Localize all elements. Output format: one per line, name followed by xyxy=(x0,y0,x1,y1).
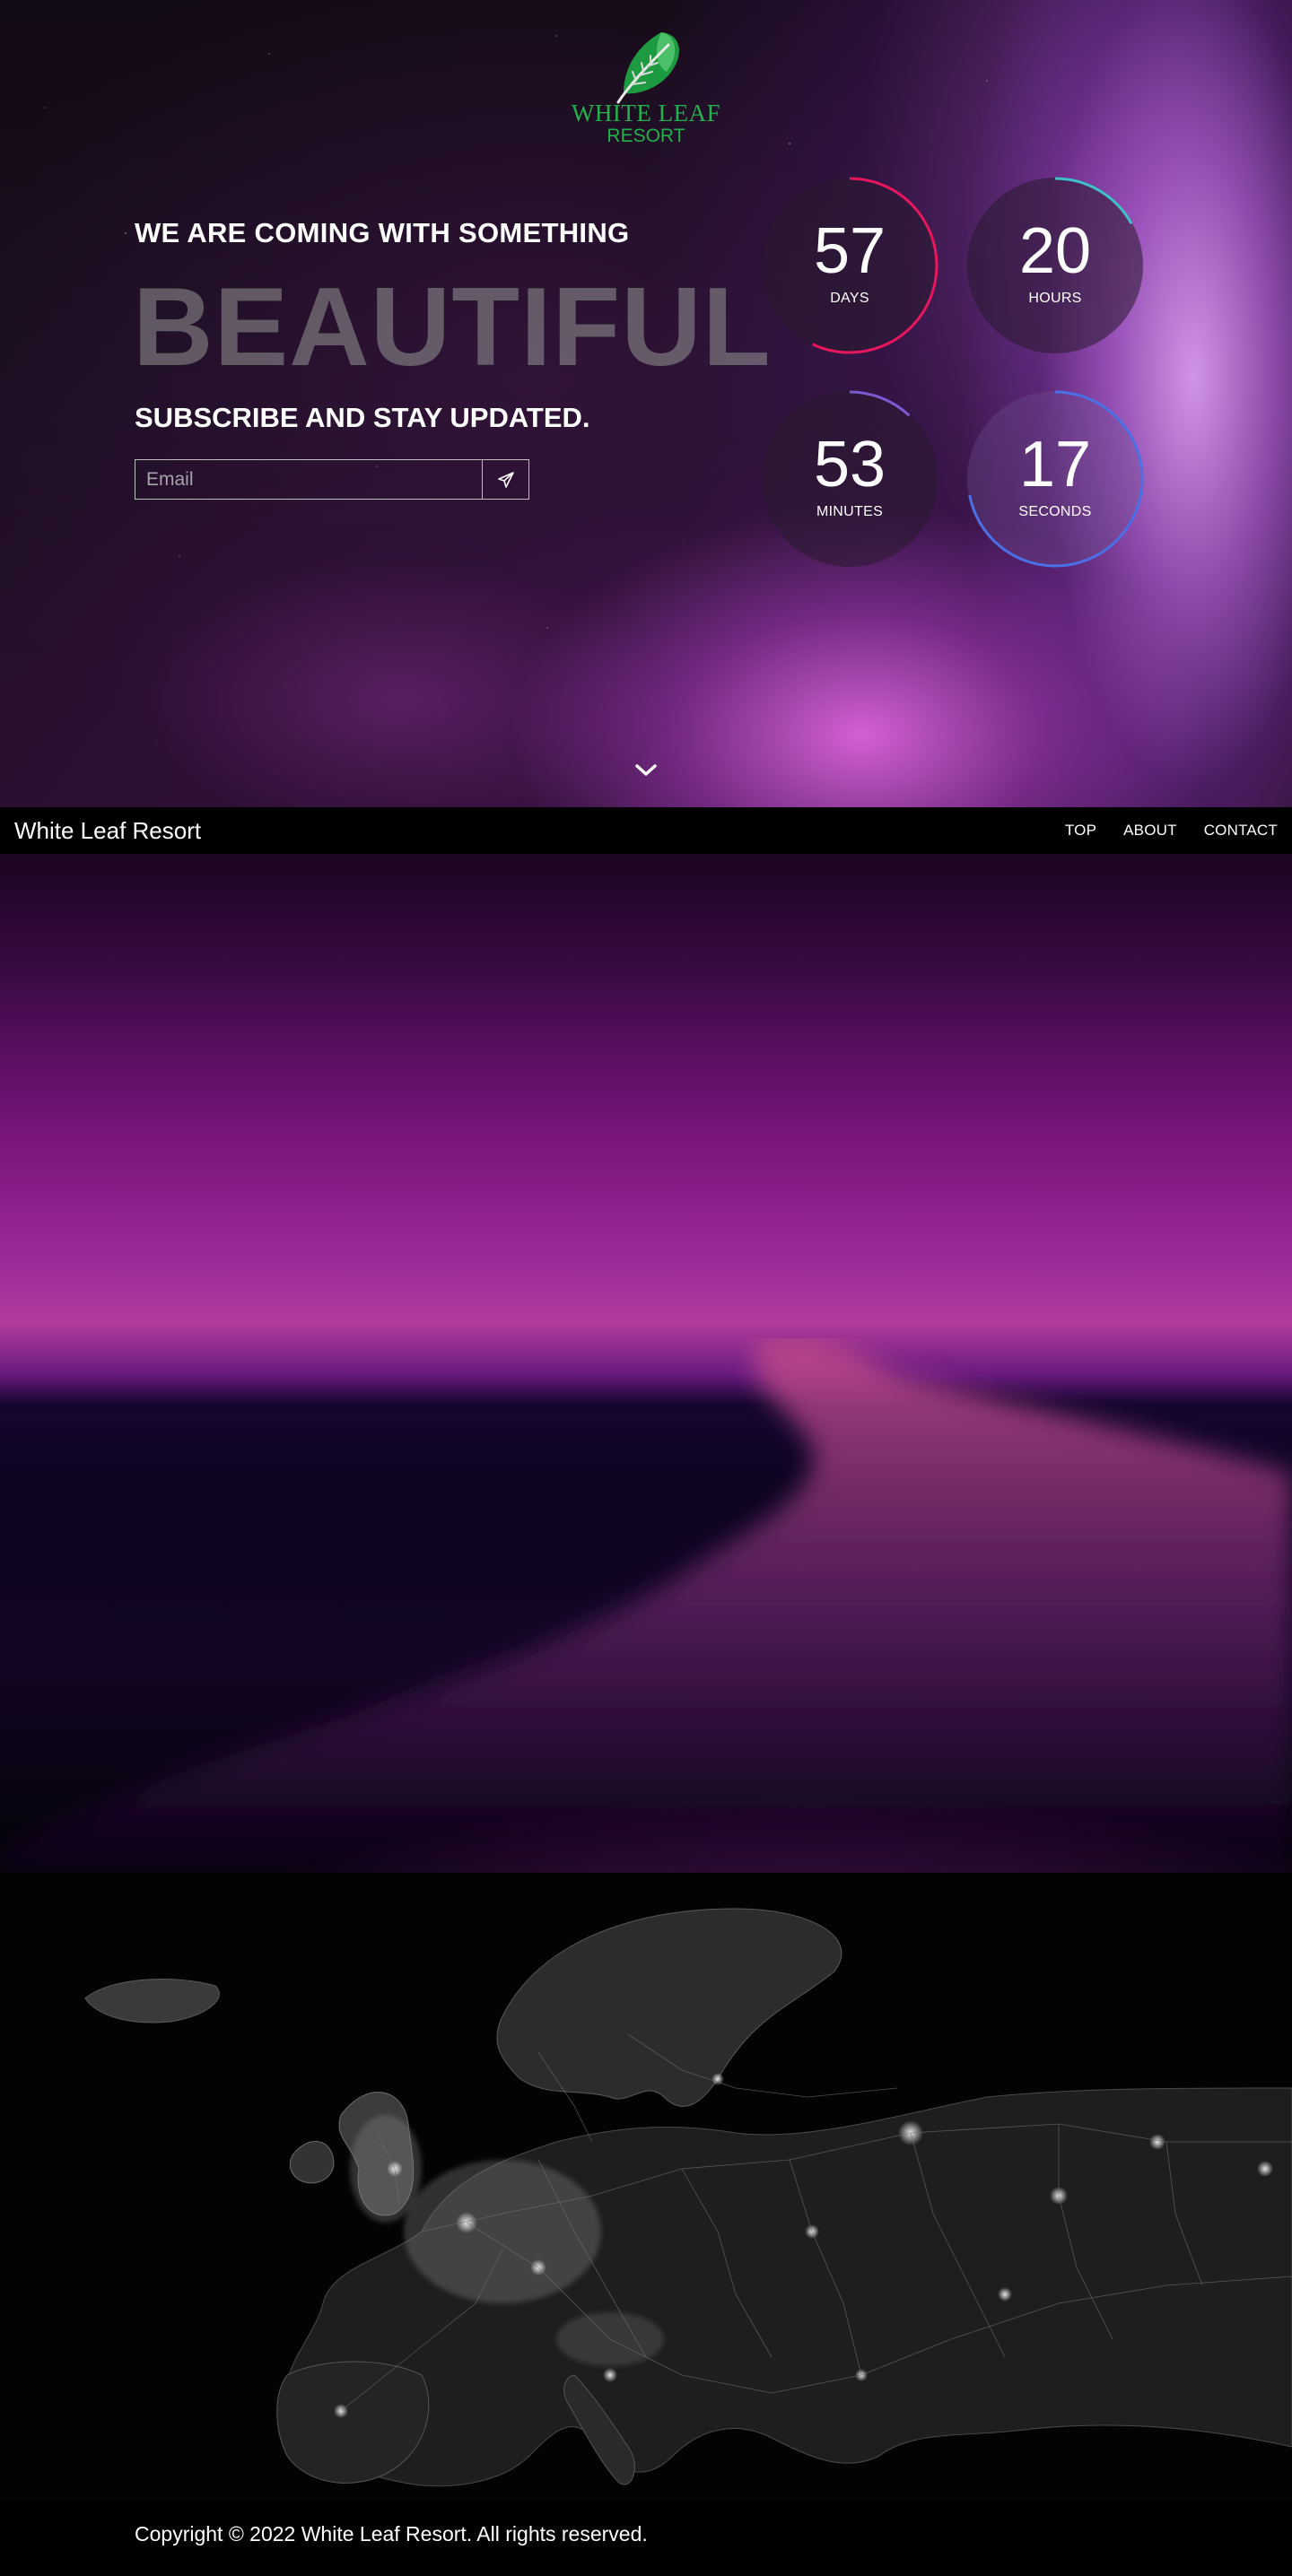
subscribe-form xyxy=(135,459,529,500)
copyright-text: Copyright © 2022 White Leaf Resort. All … xyxy=(135,2522,648,2546)
navbar-brand[interactable]: White Leaf Resort xyxy=(14,817,201,845)
hero-headline: WE ARE COMING WITH SOMETHING xyxy=(135,217,630,248)
subscribe-button[interactable] xyxy=(482,460,528,499)
leaf-icon xyxy=(616,32,679,104)
countdown-hours-label: HOURS xyxy=(1028,291,1082,306)
countdown-minutes-label: MINUTES xyxy=(816,504,884,519)
countdown-seconds-label: SECONDS xyxy=(1018,504,1092,519)
countdown-hours-value: 20 xyxy=(1018,215,1092,287)
nav-link-contact[interactable]: CONTACT xyxy=(1204,822,1278,840)
paper-plane-icon xyxy=(497,471,514,488)
europe-night-map-section xyxy=(0,1873,1292,2501)
logo[interactable]: WHITE LEAF RESORT xyxy=(556,30,736,147)
countdown-days-label: DAYS xyxy=(830,291,869,306)
logo-subtitle: RESORT xyxy=(607,126,685,146)
nav-link-about[interactable]: ABOUT xyxy=(1123,822,1177,840)
sunset-river-image xyxy=(0,1338,1292,1873)
countdown-hours: 20 HOURS xyxy=(965,176,1145,355)
countdown-days: 57 DAYS xyxy=(760,176,939,355)
sunset-image-section xyxy=(0,854,1292,1873)
email-input[interactable] xyxy=(135,460,482,499)
hero-big-word: BEAUTIFUL xyxy=(133,265,772,389)
scroll-down-button[interactable] xyxy=(632,759,660,780)
chevron-down-icon xyxy=(635,764,657,776)
countdown-seconds: 17 SECONDS xyxy=(965,389,1145,569)
europe-night-lights-map xyxy=(84,1908,1292,2487)
nav-link-top[interactable]: TOP xyxy=(1065,822,1096,840)
hero-section: WHITE LEAF RESORT WE ARE COMING WITH SOM… xyxy=(0,0,1292,807)
footer: Copyright © 2022 White Leaf Resort. All … xyxy=(0,2501,1292,2576)
countdown-days-value: 57 xyxy=(813,215,886,287)
countdown-minutes: 53 MINUTES xyxy=(760,389,939,569)
countdown-minutes-value: 53 xyxy=(813,429,886,500)
subscribe-title: SUBSCRIBE AND STAY UPDATED. xyxy=(135,402,590,433)
navbar: White Leaf Resort TOP ABOUT CONTACT xyxy=(0,807,1292,854)
nav-links: TOP ABOUT CONTACT xyxy=(1065,822,1278,840)
logo-name: WHITE LEAF xyxy=(571,100,721,126)
countdown-seconds-value: 17 xyxy=(1018,429,1092,500)
